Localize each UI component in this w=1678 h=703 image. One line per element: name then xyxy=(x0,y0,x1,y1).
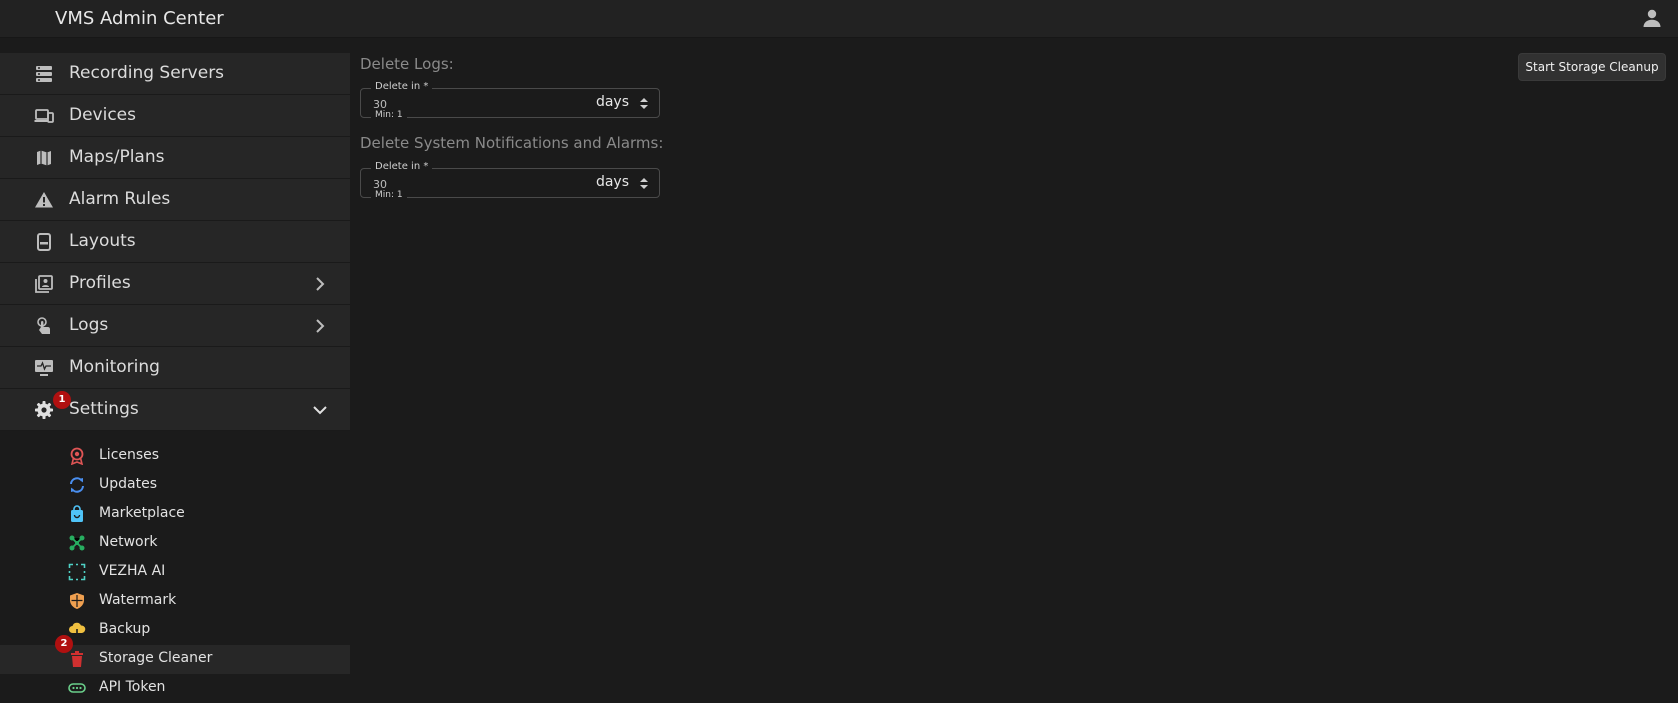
sidebar-item-label: Settings xyxy=(69,399,139,419)
notification-badge: 2 xyxy=(55,635,73,653)
sidebar-item-alarm-rules[interactable]: Alarm Rules xyxy=(0,179,350,221)
sidebar-item-settings[interactable]: 1 Settings xyxy=(0,389,350,431)
spinner-arrows-icon[interactable] xyxy=(639,176,649,191)
settings-item-label: Watermark xyxy=(99,592,177,608)
sidebar-item-recording-servers[interactable]: Recording Servers xyxy=(0,53,350,95)
field-unit: days xyxy=(595,94,629,110)
layout-icon xyxy=(37,233,51,251)
sidebar-item-label: Logs xyxy=(69,315,109,335)
settings-submenu: Licenses Updates Marketplace Network VEZ… xyxy=(0,442,350,703)
chevron-down-icon xyxy=(313,406,327,415)
spinner-arrows-icon[interactable] xyxy=(639,96,649,111)
sidebar-item-maps-plans[interactable]: Maps/Plans xyxy=(0,137,350,179)
settings-item-updates[interactable]: Updates xyxy=(0,471,350,500)
settings-item-label: API Token xyxy=(99,679,166,695)
shield-icon xyxy=(70,593,84,609)
delete-logs-field[interactable]: Delete in * days Min: 1 xyxy=(360,81,660,120)
sidebar-item-devices[interactable]: Devices xyxy=(0,95,350,137)
field-label: Delete in * xyxy=(371,81,433,92)
settings-item-api-token[interactable]: API Token xyxy=(0,674,350,703)
settings-item-backup[interactable]: Backup xyxy=(0,616,350,645)
settings-item-licenses[interactable]: Licenses xyxy=(0,442,350,471)
gear-icon xyxy=(35,401,53,419)
license-icon xyxy=(70,447,84,465)
server-icon xyxy=(36,66,52,82)
app-title: VMS Admin Center xyxy=(55,8,224,29)
settings-item-marketplace[interactable]: Marketplace xyxy=(0,500,350,529)
chevron-right-icon xyxy=(316,277,325,291)
monitor-icon xyxy=(35,360,53,376)
profiles-icon xyxy=(35,275,53,293)
warning-icon xyxy=(35,192,53,208)
touch-icon xyxy=(37,317,50,334)
field-helper-text: Min: 1 xyxy=(371,110,407,120)
section-title-delete-logs: Delete Logs: xyxy=(360,55,454,73)
sidebar-item-label: Alarm Rules xyxy=(69,189,171,209)
devices-icon xyxy=(34,109,54,123)
trash-icon xyxy=(71,651,83,667)
sidebar-item-logs[interactable]: Logs xyxy=(0,305,350,347)
shopping-bag-icon xyxy=(71,505,83,522)
cloud-download-icon xyxy=(69,622,86,639)
section-title-delete-notifications: Delete System Notifications and Alarms: xyxy=(360,134,664,152)
settings-item-vezha-ai[interactable]: VEZHA AI xyxy=(0,558,350,587)
start-storage-cleanup-button[interactable]: Start Storage Cleanup xyxy=(1518,53,1666,81)
settings-item-label: Licenses xyxy=(99,447,160,463)
sidebar-item-label: Maps/Plans xyxy=(69,147,165,167)
sidebar-item-label: Monitoring xyxy=(69,357,160,377)
user-icon[interactable] xyxy=(1640,6,1664,30)
settings-item-network[interactable]: Network xyxy=(0,529,350,558)
main-content: Delete Logs: Delete in * days Min: 1 Del… xyxy=(350,37,1678,702)
settings-item-label: Storage Cleaner xyxy=(99,650,213,666)
settings-item-label: VEZHA AI xyxy=(99,563,166,579)
network-icon xyxy=(69,535,85,551)
chevron-right-icon xyxy=(316,319,325,333)
top-bar: VMS Admin Center xyxy=(0,0,1678,38)
sidebar-item-label: Devices xyxy=(69,105,136,125)
settings-item-label: Network xyxy=(99,534,158,550)
sidebar-item-label: Recording Servers xyxy=(69,63,225,83)
sidebar: Recording Servers Devices Maps/Plans Ala… xyxy=(0,53,350,702)
sidebar-item-label: Layouts xyxy=(69,231,136,251)
delete-notifications-field[interactable]: Delete in * days Min: 1 xyxy=(360,161,660,200)
token-icon xyxy=(68,683,86,693)
field-unit: days xyxy=(595,174,629,190)
sidebar-item-monitoring[interactable]: Monitoring xyxy=(0,347,350,389)
settings-item-watermark[interactable]: Watermark xyxy=(0,587,350,616)
field-helper-text: Min: 1 xyxy=(371,190,407,200)
field-label: Delete in * xyxy=(371,161,433,172)
settings-item-label: Backup xyxy=(99,621,151,637)
sidebar-item-layouts[interactable]: Layouts xyxy=(0,221,350,263)
ai-scan-icon xyxy=(68,563,86,581)
settings-item-label: Marketplace xyxy=(99,505,185,521)
sync-icon xyxy=(70,477,84,493)
map-icon xyxy=(37,150,51,166)
settings-item-label: Updates xyxy=(99,476,157,492)
sidebar-item-label: Profiles xyxy=(69,273,131,293)
sidebar-item-profiles[interactable]: Profiles xyxy=(0,263,350,305)
settings-item-storage-cleaner[interactable]: 2 Storage Cleaner xyxy=(0,635,350,674)
